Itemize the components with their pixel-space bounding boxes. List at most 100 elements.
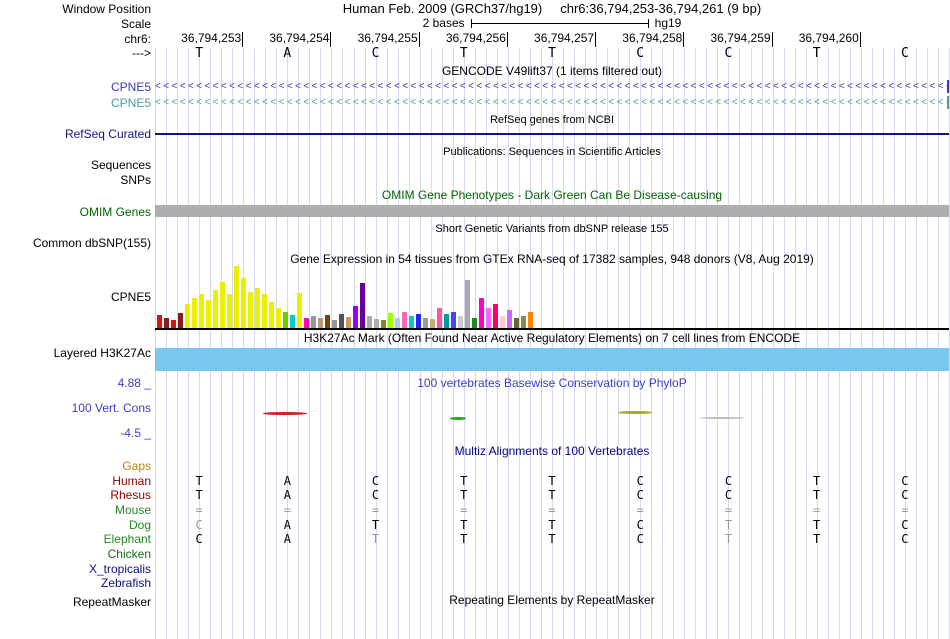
aligned-base[interactable]: C [155, 518, 243, 532]
aligned-base[interactable]: = [596, 503, 684, 517]
aligned-base[interactable]: C [596, 532, 684, 546]
dna-sequence-row[interactable]: TACTTCCTC [155, 47, 949, 61]
gtex-expression-bar[interactable] [241, 278, 246, 328]
ruler-position[interactable]: 36,794,258 [596, 32, 684, 47]
aligned-base[interactable]: T [155, 488, 243, 502]
track-label-cpne5-gencode-2[interactable]: CPNE5 [0, 96, 151, 110]
aligned-base[interactable]: T [420, 532, 508, 546]
aligned-base[interactable]: T [684, 532, 772, 546]
gtex-expression-bar[interactable] [374, 319, 379, 328]
aligned-base[interactable]: = [684, 503, 772, 517]
gtex-expression-bar[interactable] [297, 293, 302, 328]
ruler-position[interactable]: 36,794,254 [243, 32, 331, 47]
ruler-position[interactable]: 36,794,253 [155, 32, 243, 47]
aligned-base[interactable]: C [596, 518, 684, 532]
gtex-expression-bar[interactable] [367, 316, 372, 328]
sequence-base[interactable]: C [861, 47, 949, 61]
species-label[interactable]: Human [0, 474, 151, 488]
sequence-base[interactable]: C [331, 47, 419, 61]
gtex-expression-bar[interactable] [430, 319, 435, 328]
gtex-expression-bar[interactable] [255, 288, 260, 328]
gtex-expression-bar[interactable] [479, 298, 484, 328]
species-label[interactable]: Elephant [0, 532, 151, 546]
aligned-base[interactable]: T [773, 474, 861, 488]
sequence-base[interactable]: T [773, 47, 861, 61]
aligned-base[interactable]: = [773, 503, 861, 517]
aligned-base[interactable]: T [420, 474, 508, 488]
aligned-base[interactable]: T [508, 474, 596, 488]
species-label[interactable]: Rhesus [0, 488, 151, 502]
gtex-expression-bar[interactable] [409, 316, 414, 328]
aligned-base[interactable]: T [773, 532, 861, 546]
ruler-position[interactable]: 36,794,257 [508, 32, 596, 47]
gtex-expression-bar[interactable] [227, 294, 232, 328]
gtex-expression-bar[interactable] [332, 320, 337, 328]
track-label-cpne5-gencode[interactable]: CPNE5 [0, 80, 151, 94]
track-label-layered-h3k27ac[interactable]: Layered H3K27Ac [0, 346, 151, 360]
gtex-expression-bar[interactable] [276, 308, 281, 328]
species-label[interactable]: Chicken [0, 547, 151, 561]
gtex-expression-bar[interactable] [528, 312, 533, 328]
ruler-position[interactable]: 36,794,255 [331, 32, 419, 47]
species-label[interactable]: Dog [0, 518, 151, 532]
aligned-base[interactable]: = [243, 503, 331, 517]
gencode-item-cpne5-2[interactable]: <<<<<<<<<<<<<<<<<<<<<<<<<<<<<<<<<<<<<<<<… [155, 96, 949, 109]
aligned-base[interactable]: A [243, 488, 331, 502]
base-position-ruler[interactable]: 36,794,25336,794,25436,794,25536,794,256… [155, 32, 949, 47]
gtex-expression-bar[interactable] [423, 318, 428, 328]
aligned-base[interactable]: C [155, 532, 243, 546]
gtex-expression-bar[interactable] [311, 316, 316, 328]
sequence-base[interactable]: A [243, 47, 331, 61]
gtex-expression-bar[interactable] [521, 316, 526, 328]
gtex-expression-bar[interactable] [185, 304, 190, 328]
gtex-expression-bar[interactable] [444, 314, 449, 328]
gtex-expression-bar[interactable] [164, 318, 169, 328]
aligned-base[interactable]: C [596, 488, 684, 502]
species-label[interactable]: Gaps [0, 459, 151, 473]
gtex-expression-bar[interactable] [290, 315, 295, 328]
aligned-base[interactable]: C [331, 488, 419, 502]
gtex-expression-bar[interactable] [353, 306, 358, 328]
track-label-sequences[interactable]: Sequences [0, 158, 151, 172]
gtex-expression-bar[interactable] [220, 282, 225, 328]
aligned-base[interactable]: T [420, 518, 508, 532]
gtex-expression-bar[interactable] [283, 312, 288, 328]
gtex-expression-bar[interactable] [325, 315, 330, 328]
gtex-expression-bar[interactable] [346, 317, 351, 328]
track-label-snps[interactable]: SNPs [0, 173, 151, 187]
track-label-repeatmasker[interactable]: RepeatMasker [0, 595, 151, 609]
gtex-expression-bar[interactable] [472, 318, 477, 328]
aligned-base[interactable]: C [331, 474, 419, 488]
sequence-base[interactable]: T [420, 47, 508, 61]
sequence-base[interactable]: C [684, 47, 772, 61]
gtex-expression-bar[interactable] [192, 298, 197, 328]
gtex-expression-bar[interactable] [381, 320, 386, 328]
gtex-expression-bar[interactable] [248, 292, 253, 328]
gtex-expression-bar[interactable] [416, 314, 421, 328]
gtex-expression-bar[interactable] [360, 283, 365, 328]
track-label-100-vert-cons[interactable]: 100 Vert. Cons [0, 401, 151, 415]
aligned-base[interactable]: T [508, 488, 596, 502]
aligned-base[interactable]: T [508, 532, 596, 546]
gtex-expression-bar[interactable] [451, 312, 456, 328]
aligned-base[interactable]: T [684, 518, 772, 532]
aligned-base[interactable]: T [331, 532, 419, 546]
aligned-base[interactable]: C [861, 474, 949, 488]
aligned-base[interactable]: T [773, 488, 861, 502]
ruler-position[interactable]: 36,794,256 [420, 32, 508, 47]
layered-h3k27ac-bar[interactable] [155, 348, 949, 371]
aligned-base[interactable]: = [508, 503, 596, 517]
aligned-base[interactable]: T [331, 518, 419, 532]
sequence-base[interactable]: C [596, 47, 684, 61]
gtex-expression-bar[interactable] [486, 308, 491, 328]
gtex-expression-bar[interactable] [178, 313, 183, 328]
gtex-expression-bar[interactable] [514, 318, 519, 328]
track-label-omim-genes[interactable]: OMIM Genes [0, 205, 151, 219]
sequence-base[interactable]: T [155, 47, 243, 61]
gtex-expression-bar[interactable] [493, 304, 498, 328]
sequence-base[interactable]: T [508, 47, 596, 61]
conservation-wiggle[interactable] [155, 395, 949, 435]
omim-gene-bar[interactable] [155, 205, 949, 217]
aligned-base[interactable]: = [155, 503, 243, 517]
aligned-base[interactable]: T [420, 488, 508, 502]
